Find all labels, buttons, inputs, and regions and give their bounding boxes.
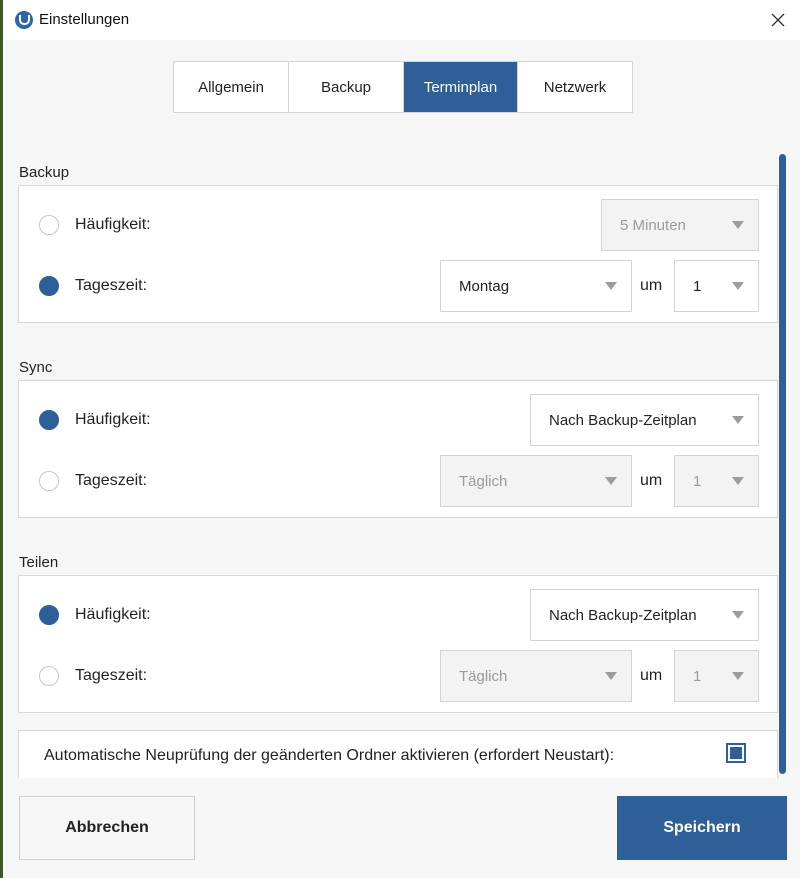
sync-frequency-value: Nach Backup-Zeitplan (549, 411, 697, 429)
share-at-label: um (640, 667, 663, 684)
sync-hour-value: 1 (693, 472, 702, 490)
sync-day-value: Täglich (459, 472, 508, 490)
chevron-down-icon (732, 611, 744, 619)
section-title-backup: Backup (19, 164, 70, 181)
sync-timeofday-row: Tageszeit: Täglich um 1 (19, 455, 777, 507)
share-hour-value: 1 (693, 667, 702, 685)
sync-timeofday-radio[interactable] (39, 471, 59, 491)
share-frequency-row: Häufigkeit: Nach Backup-Zeitplan (19, 589, 777, 641)
backup-frequency-value: 5 Minuten (620, 216, 686, 234)
sync-at-label: um (640, 472, 663, 489)
tab-netzwerk[interactable]: Netzwerk (518, 62, 632, 112)
chevron-down-icon (732, 477, 744, 485)
sync-frequency-row: Häufigkeit: Nach Backup-Zeitplan (19, 394, 777, 446)
chevron-down-icon (605, 282, 617, 290)
chevron-down-icon (732, 282, 744, 290)
sync-frequency-select[interactable]: Nach Backup-Zeitplan (530, 394, 759, 446)
backup-frequency-label: Häufigkeit: (75, 216, 151, 233)
section-sync: Häufigkeit: Nach Backup-Zeitplan Tagesze… (18, 380, 778, 518)
share-day-value: Täglich (459, 667, 508, 685)
auto-rescan-row: Automatische Neuprüfung der geänderten O… (18, 730, 778, 778)
backup-at-label: um (640, 277, 663, 294)
section-title-sync: Sync (19, 359, 53, 376)
auto-rescan-checkbox[interactable] (726, 743, 746, 763)
backup-hour-select[interactable]: 1 (674, 260, 759, 312)
window-title: Einstellungen (39, 11, 130, 28)
share-frequency-label: Häufigkeit: (75, 606, 151, 623)
settings-content: Allgemein Backup Terminplan Netzwerk Bac… (3, 40, 800, 878)
save-button[interactable]: Speichern (617, 796, 787, 860)
share-day-select[interactable]: Täglich (440, 650, 632, 702)
backup-frequency-select[interactable]: 5 Minuten (601, 199, 759, 251)
sync-frequency-label: Häufigkeit: (75, 411, 151, 428)
app-shield-icon (15, 11, 33, 29)
section-title-share: Teilen (19, 554, 59, 571)
backup-day-value: Montag (459, 277, 510, 295)
sync-day-select[interactable]: Täglich (440, 455, 632, 507)
tab-bar: Allgemein Backup Terminplan Netzwerk (173, 61, 633, 113)
vertical-scrollbar[interactable] (779, 154, 786, 774)
chevron-down-icon (605, 672, 617, 680)
backup-frequency-radio[interactable] (39, 215, 59, 235)
tab-backup[interactable]: Backup (289, 62, 404, 112)
chevron-down-icon (605, 477, 617, 485)
backup-frequency-row: Häufigkeit: 5 Minuten (19, 199, 777, 251)
chevron-down-icon (732, 672, 744, 680)
cancel-button[interactable]: Abbrechen (19, 796, 195, 860)
backup-day-select[interactable]: Montag (440, 260, 632, 312)
backup-timeofday-radio[interactable] (39, 276, 59, 296)
share-frequency-radio[interactable] (39, 605, 59, 625)
share-frequency-value: Nach Backup-Zeitplan (549, 606, 697, 624)
sync-frequency-radio[interactable] (39, 410, 59, 430)
auto-rescan-label: Automatische Neuprüfung der geänderten O… (44, 747, 615, 764)
backup-hour-value: 1 (693, 277, 702, 295)
share-timeofday-row: Tageszeit: Täglich um 1 (19, 650, 777, 702)
close-icon (771, 13, 785, 27)
title-bar: Einstellungen (3, 0, 800, 40)
dialog-footer: Abbrechen Speichern (3, 778, 800, 878)
section-share: Häufigkeit: Nach Backup-Zeitplan Tagesze… (18, 575, 778, 713)
close-button[interactable] (764, 6, 792, 34)
backup-timeofday-label: Tageszeit: (75, 277, 148, 294)
backup-timeofday-row: Tageszeit: Montag um 1 (19, 260, 777, 312)
share-timeofday-radio[interactable] (39, 666, 59, 686)
share-hour-select[interactable]: 1 (674, 650, 759, 702)
share-frequency-select[interactable]: Nach Backup-Zeitplan (530, 589, 759, 641)
chevron-down-icon (732, 221, 744, 229)
chevron-down-icon (732, 416, 744, 424)
sync-timeofday-label: Tageszeit: (75, 472, 148, 489)
tab-allgemein[interactable]: Allgemein (174, 62, 289, 112)
share-timeofday-label: Tageszeit: (75, 667, 148, 684)
section-backup: Häufigkeit: 5 Minuten Tageszeit: Montag … (18, 185, 778, 323)
tab-terminplan[interactable]: Terminplan (404, 62, 518, 112)
sync-hour-select[interactable]: 1 (674, 455, 759, 507)
